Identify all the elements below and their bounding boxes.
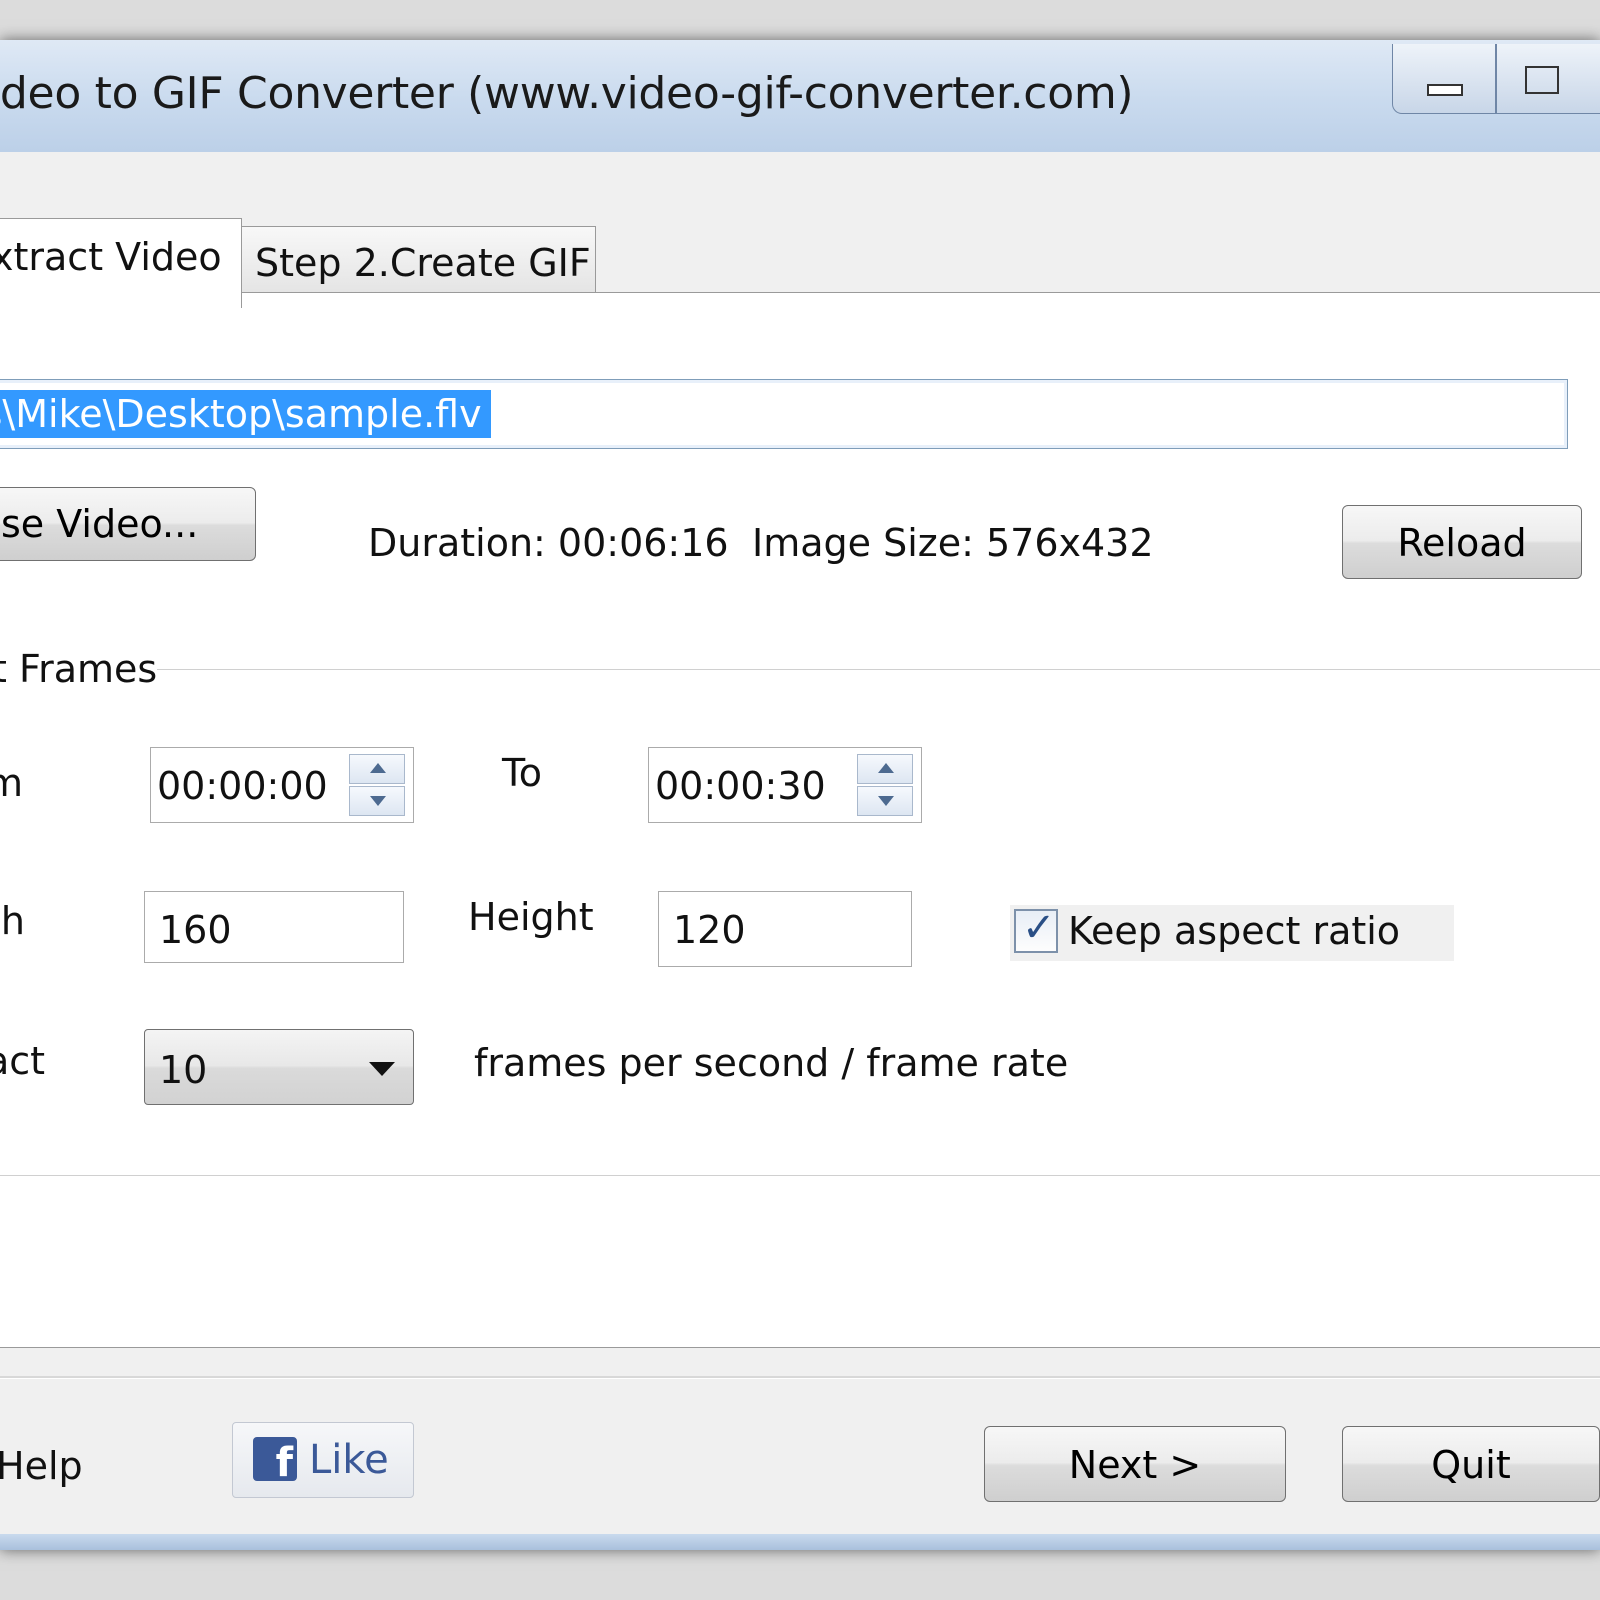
from-time-spinner[interactable]: 00:00:00 <box>150 747 414 823</box>
chevron-down-icon <box>369 1062 395 1076</box>
maximize-button[interactable] <box>1496 44 1600 114</box>
to-spin-buttons <box>857 754 913 816</box>
video-path-input[interactable]: rs\Mike\Desktop\sample.flv <box>0 379 1568 449</box>
from-spin-buttons <box>349 754 405 816</box>
title-bar[interactable]: ideo to GIF Converter (www.video-gif-con… <box>0 40 1600 153</box>
group-divider <box>150 669 1600 670</box>
facebook-icon: f <box>253 1437 297 1481</box>
from-spin-down-button[interactable] <box>349 786 405 816</box>
to-time-spinner[interactable]: 00:00:30 <box>648 747 922 823</box>
maximize-icon <box>1525 66 1559 94</box>
height-label: Height <box>468 895 594 939</box>
fps-suffix-label: frames per second / frame rate <box>474 1041 1069 1085</box>
duration-text: Duration: 00:06:16 <box>368 521 729 565</box>
facebook-like-button[interactable]: f Like <box>232 1422 414 1498</box>
app-window: ideo to GIF Converter (www.video-gif-con… <box>0 40 1600 1550</box>
width-label: th <box>0 899 25 943</box>
tab-create-gif[interactable]: Step 2.Create GIF <box>240 226 596 294</box>
minimize-button[interactable] <box>1392 44 1496 114</box>
checkbox-box[interactable]: ✓ <box>1014 905 1058 953</box>
help-link[interactable]: Help <box>0 1444 83 1488</box>
video-path-selected-text: rs\Mike\Desktop\sample.flv <box>0 390 491 438</box>
frames-group-title: t Frames <box>0 647 158 691</box>
arrow-down-icon <box>370 796 386 806</box>
to-spin-up-button[interactable] <box>857 754 913 784</box>
browse-video-button[interactable]: se Video... <box>0 487 256 561</box>
arrow-up-icon <box>370 763 386 773</box>
from-time-value: 00:00:00 <box>157 764 328 808</box>
to-time-value: 00:00:30 <box>655 764 826 808</box>
from-label: m <box>0 761 24 805</box>
from-spin-up-button[interactable] <box>349 754 405 784</box>
keep-aspect-ratio-label: Keep aspect ratio <box>1068 909 1401 953</box>
height-input[interactable]: 120 <box>658 891 912 967</box>
width-input[interactable]: 160 <box>144 891 404 963</box>
to-spin-down-button[interactable] <box>857 786 913 816</box>
fps-selected-value: 10 <box>159 1048 208 1092</box>
next-button[interactable]: Next > <box>984 1426 1286 1502</box>
reload-button[interactable]: Reload <box>1342 505 1582 579</box>
window-title: ideo to GIF Converter (www.video-gif-con… <box>0 68 1134 119</box>
to-label: To <box>502 751 543 795</box>
image-size-text: Image Size: 576x432 <box>752 521 1154 565</box>
arrow-down-icon <box>878 796 894 806</box>
tab-panel-extract: rs\Mike\Desktop\sample.flv se Video... D… <box>0 292 1600 1348</box>
extract-label: act <box>0 1039 46 1083</box>
footer-separator <box>0 1376 1600 1379</box>
tab-extract-video[interactable]: xtract Video <box>0 218 242 308</box>
arrow-up-icon <box>878 763 894 773</box>
quit-button[interactable]: Quit <box>1342 1426 1600 1502</box>
footer-bar: Help f Like Next > Quit <box>0 1348 1600 1550</box>
group-bottom-divider <box>0 1175 1600 1176</box>
height-value: 120 <box>673 908 746 952</box>
fps-dropdown[interactable]: 10 <box>144 1029 414 1105</box>
window-bottom-frame <box>0 1534 1600 1550</box>
checkmark-icon: ✓ <box>1022 905 1056 951</box>
like-label: Like <box>309 1437 389 1483</box>
width-value: 160 <box>159 908 232 952</box>
keep-aspect-ratio-checkbox[interactable]: ✓ Keep aspect ratio <box>1010 905 1454 961</box>
minimize-icon <box>1427 84 1463 96</box>
tab-strip: xtract Video Step 2.Create GIF <box>0 152 1600 308</box>
